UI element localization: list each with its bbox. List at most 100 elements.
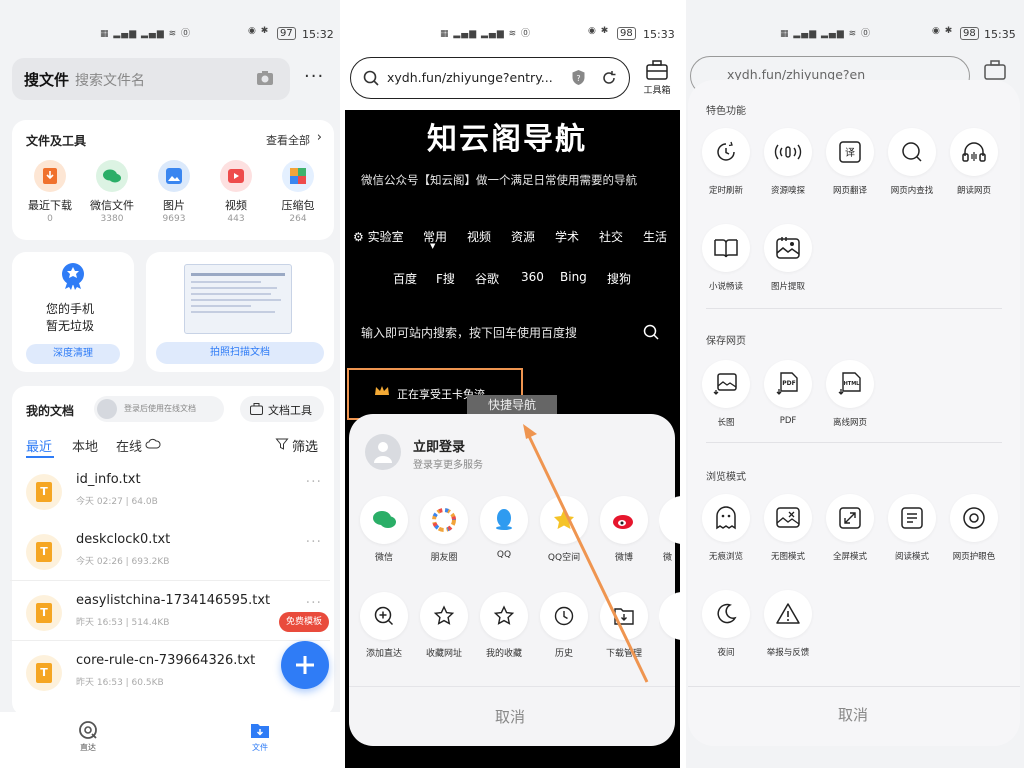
feature-reader-mode[interactable]: 阅读模式 <box>882 494 942 562</box>
scan-card[interactable]: 拍照扫描文档 <box>146 252 334 372</box>
file-row[interactable]: T deskclock0.txt 今天 02:26 | 693.2KB ··· <box>10 520 330 580</box>
find-icon <box>888 128 936 176</box>
tools-card: 文件及工具 查看全部 › 最近下载 0 微信文件 3380 图片 9693 视频… <box>12 120 334 240</box>
feature-label: 无痕浏览 <box>708 552 743 562</box>
eye-icon <box>950 494 998 542</box>
feature-label: PDF <box>779 416 797 426</box>
fullscreen-icon <box>826 494 874 542</box>
nav-files[interactable]: 文件 <box>242 720 278 753</box>
reader-icon <box>888 494 936 542</box>
svg-text:PDF: PDF <box>782 380 795 387</box>
video-icon <box>220 160 252 192</box>
menu-sheet: 特色功能 定时刷新 资源嗅探 译 网页翻译 网页内查找 朗读网页 小说畅读 图片… <box>688 80 1020 746</box>
view-all-link[interactable]: 查看全部 <box>266 132 310 148</box>
divider <box>706 442 1002 443</box>
warning-icon <box>764 590 812 638</box>
free-template-badge[interactable]: 免费模板 <box>279 612 329 632</box>
feature-novel-reader[interactable]: 小说畅读 <box>696 224 756 292</box>
section-title: 保存网页 <box>706 336 746 347</box>
feature-resource-sniff[interactable]: 资源嗅探 <box>758 128 818 196</box>
scan-document-button[interactable]: 拍照扫描文档 <box>156 342 324 364</box>
more-options-icon[interactable]: ··· <box>306 474 322 490</box>
tool-archives[interactable]: 压缩包 264 <box>270 160 326 224</box>
feature-long-screenshot[interactable]: 长图 <box>696 360 756 428</box>
clock: 15:35 <box>984 28 1016 41</box>
section-title: 浏览模式 <box>706 472 746 483</box>
download-icon <box>34 160 66 192</box>
doc-tools-button[interactable]: 文档工具 <box>240 396 324 422</box>
login-pill[interactable]: 登录后使用在线文档 <box>94 396 224 422</box>
feature-night-mode[interactable]: 夜间 <box>696 590 756 658</box>
more-menu-icon[interactable]: ··· <box>304 66 324 87</box>
tool-wechat-files[interactable]: 微信文件 3380 <box>84 160 140 224</box>
battery-icon: 98 <box>960 27 979 40</box>
sniff-icon <box>764 128 812 176</box>
shield-badge-icon <box>62 263 84 290</box>
feature-offline-page[interactable]: HTML 离线网页 <box>820 360 880 428</box>
feature-image-extract[interactable]: 图片提取 <box>758 224 818 292</box>
tool-images[interactable]: 图片 9693 <box>146 160 202 224</box>
tab-online[interactable]: 在线 <box>116 436 142 455</box>
image-icon <box>158 160 190 192</box>
feature-no-image[interactable]: 无图模式 <box>758 494 818 562</box>
deep-clean-button[interactable]: 深度清理 <box>26 344 120 364</box>
feature-label: 资源嗅探 <box>770 186 805 196</box>
status-icons: ◉ ✱ <box>932 26 954 36</box>
feature-label: 长图 <box>717 418 735 428</box>
docs-title: 我的文档 <box>26 404 75 418</box>
briefcase-icon <box>250 403 263 415</box>
tool-recent-downloads[interactable]: 最近下载 0 <box>22 160 78 224</box>
add-fab-button[interactable] <box>281 641 329 689</box>
tab-local[interactable]: 本地 <box>72 436 98 455</box>
tab-recent[interactable]: 最近 <box>26 436 52 455</box>
feature-incognito[interactable]: 无痕浏览 <box>696 494 756 562</box>
no-image-icon <box>764 494 812 542</box>
feature-label: 全屏模式 <box>832 552 867 562</box>
feature-read-aloud[interactable]: 朗读网页 <box>944 128 1004 196</box>
file-row[interactable]: T easylistchina-1734146595.txt 昨天 16:53 … <box>10 580 330 640</box>
search-bar[interactable]: 搜文件 搜索文件名 <box>12 58 290 100</box>
tool-label: 图片 <box>163 199 185 212</box>
feature-translate[interactable]: 译 网页翻译 <box>820 128 880 196</box>
filter-button[interactable]: 筛选 <box>292 436 318 455</box>
search-input[interactable]: 搜索文件名 <box>75 70 145 90</box>
nav-label: 文件 <box>252 743 268 752</box>
section-title: 特色功能 <box>706 106 746 117</box>
signal-icons: ▦ ▂▄▆ ▂▄▆ ≋ ⓪ <box>780 29 872 39</box>
tab-indicator <box>26 456 54 458</box>
feature-fullscreen[interactable]: 全屏模式 <box>820 494 880 562</box>
clean-card[interactable]: 您的手机 暂无垃圾 深度清理 <box>12 252 134 372</box>
nav-label: 直达 <box>80 743 96 752</box>
feature-eye-care[interactable]: 网页护眼色 <box>944 494 1004 562</box>
filter-icon[interactable] <box>275 438 289 450</box>
file-meta: 昨天 16:53 | 60.5KB <box>76 678 164 688</box>
tool-videos[interactable]: 视频 443 <box>208 160 264 224</box>
file-name: deskclock0.txt <box>76 532 171 547</box>
file-row[interactable]: T id_info.txt 今天 02:27 | 64.0B ··· <box>10 460 330 520</box>
file-meta: 今天 02:26 | 693.2KB <box>76 557 170 567</box>
divider <box>688 686 1020 687</box>
image-extract-icon <box>764 224 812 272</box>
feature-label: 网页翻译 <box>832 186 867 196</box>
nav-direct[interactable]: 直达 <box>70 720 106 753</box>
txt-file-icon: T <box>26 655 62 691</box>
svg-text:译: 译 <box>845 147 855 159</box>
status-bar: ▦ ▂▄▆ ▂▄▆ ≋ ⓪ ◉ ✱ 98 15:35 <box>686 0 1024 56</box>
camera-icon[interactable] <box>256 70 274 86</box>
feature-pdf[interactable]: PDF PDF <box>758 360 818 426</box>
feature-label: 网页护眼色 <box>952 552 996 562</box>
more-options-icon[interactable]: ··· <box>306 534 322 550</box>
feature-find-in-page[interactable]: 网页内查找 <box>882 128 942 196</box>
feature-scheduled-refresh[interactable]: 定时刷新 <box>696 128 756 196</box>
toolbox-icon[interactable] <box>984 60 1006 80</box>
cancel-button[interactable]: 取消 <box>838 704 868 725</box>
chevron-right-icon: › <box>316 130 322 145</box>
feature-label: 举报与反馈 <box>766 648 810 658</box>
long-image-icon <box>702 360 750 408</box>
moon-icon <box>702 590 750 638</box>
pdf-icon: PDF <box>764 360 812 408</box>
tool-count: 3380 <box>100 214 124 224</box>
feature-report-feedback[interactable]: 举报与反馈 <box>758 590 818 658</box>
more-options-icon[interactable]: ··· <box>306 595 322 611</box>
clean-line2: 暂无垃圾 <box>46 319 95 333</box>
